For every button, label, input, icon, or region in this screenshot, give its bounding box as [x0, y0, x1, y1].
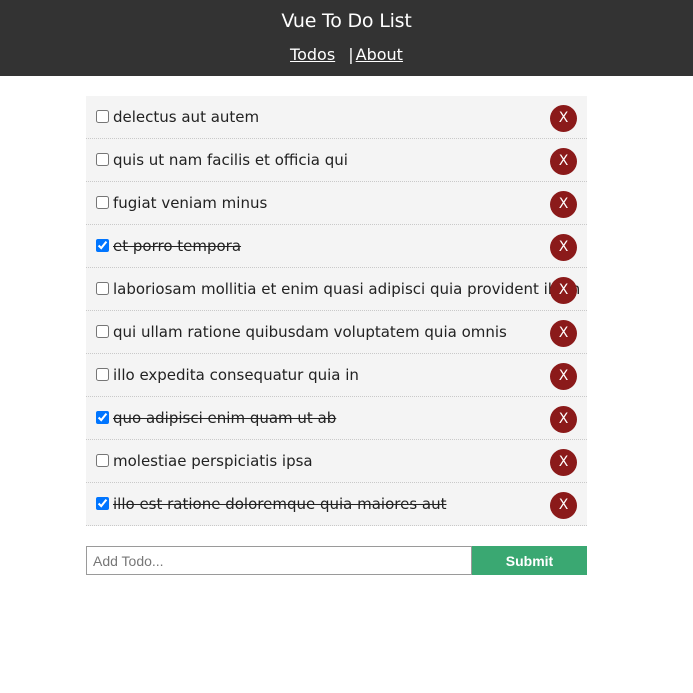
todo-item: quis ut nam facilis et officia qui X [86, 139, 587, 182]
todo-item: illo expedita consequatur quia in X [86, 354, 587, 397]
nav-link-about[interactable]: About [356, 45, 403, 64]
delete-todo-button[interactable]: X [550, 363, 577, 390]
todo-item: fugiat veniam minus X [86, 182, 587, 225]
todo-item: quo adipisci enim quam ut ab X [86, 397, 587, 440]
todo-checkbox[interactable] [96, 196, 109, 209]
todo-checkbox[interactable] [96, 497, 109, 510]
delete-todo-button[interactable]: X [550, 320, 577, 347]
delete-todo-button[interactable]: X [550, 492, 577, 519]
todo-title: laboriosam mollitia et enim quasi adipis… [113, 280, 581, 298]
todo-checkbox[interactable] [96, 153, 109, 166]
todo-item: qui ullam ratione quibusdam voluptatem q… [86, 311, 587, 354]
todo-item: laboriosam mollitia et enim quasi adipis… [86, 268, 587, 311]
submit-button[interactable]: Submit [472, 546, 587, 575]
add-todo-form: Submit [86, 546, 587, 575]
todo-item: delectus aut autem X [86, 96, 587, 139]
nav-separator: | [348, 45, 354, 64]
todo-title: molestiae perspiciatis ipsa [113, 452, 313, 470]
delete-todo-button[interactable]: X [550, 449, 577, 476]
todo-checkbox[interactable] [96, 239, 109, 252]
delete-todo-button[interactable]: X [550, 105, 577, 132]
todo-checkbox[interactable] [96, 282, 109, 295]
todo-title: quis ut nam facilis et officia qui [113, 151, 348, 169]
todo-title: et porro tempora [113, 237, 242, 255]
delete-todo-button[interactable]: X [550, 191, 577, 218]
todo-list: delectus aut autem X quis ut nam facilis… [86, 96, 587, 526]
app-title: Vue To Do List [281, 10, 412, 32]
todo-title: qui ullam ratione quibusdam voluptatem q… [113, 323, 507, 341]
main-nav: Todos | About [0, 45, 693, 65]
add-todo-input[interactable] [86, 546, 472, 575]
todo-checkbox[interactable] [96, 325, 109, 338]
todo-checkbox[interactable] [96, 411, 109, 424]
delete-todo-button[interactable]: X [550, 277, 577, 304]
nav-link-todos[interactable]: Todos [290, 45, 335, 64]
todo-item: et porro tempora X [86, 225, 587, 268]
todo-checkbox[interactable] [96, 368, 109, 381]
delete-todo-button[interactable]: X [550, 234, 577, 261]
todo-title: delectus aut autem [113, 108, 260, 126]
todo-title: illo expedita consequatur quia in [113, 366, 359, 384]
todo-title: quo adipisci enim quam ut ab [113, 409, 337, 427]
todo-item: molestiae perspiciatis ipsa X [86, 440, 587, 483]
app-header: Vue To Do List Todos | About [0, 0, 693, 76]
todo-item: illo est ratione doloremque quia maiores… [86, 483, 587, 526]
todo-checkbox[interactable] [96, 454, 109, 467]
todo-checkbox[interactable] [96, 110, 109, 123]
delete-todo-button[interactable]: X [550, 406, 577, 433]
todo-title: illo est ratione doloremque quia maiores… [113, 495, 447, 513]
delete-todo-button[interactable]: X [550, 148, 577, 175]
todo-title: fugiat veniam minus [113, 194, 268, 212]
